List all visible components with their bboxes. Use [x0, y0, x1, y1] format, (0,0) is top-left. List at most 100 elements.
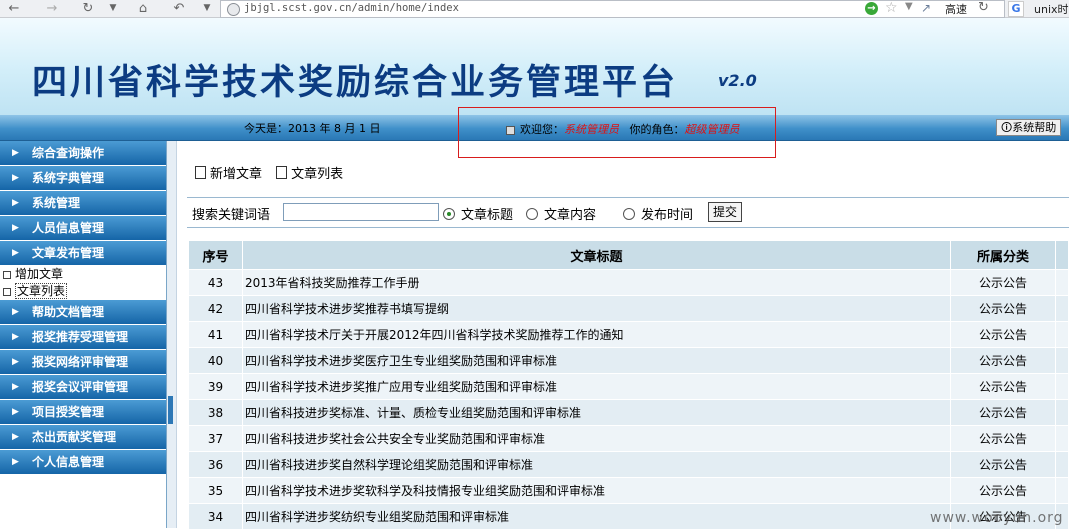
home-icon[interactable]: ⌂	[134, 0, 152, 17]
sidebar-subitem-label: 增加文章	[15, 267, 64, 281]
row-category: 公示公告	[950, 321, 1056, 348]
row-title[interactable]: 四川省科学技术厅关于开展2012年四川省科学技术奖励推荐工作的通知	[242, 321, 951, 348]
article-list-link[interactable]: 文章列表	[276, 166, 343, 182]
radio-article-title[interactable]: 文章标题	[443, 204, 513, 223]
address-text[interactable]: jbjgl.scst.gov.cn/admin/home/index	[244, 2, 459, 14]
splitter-handle[interactable]	[168, 396, 173, 424]
sidebar-item-meeting-review[interactable]: ▶ 报奖会议评审管理	[0, 375, 166, 399]
sidebar-item-label: 文章发布管理	[32, 246, 105, 260]
back-arrow-icon[interactable]: ←	[6, 0, 22, 17]
radio-label: 文章内容	[544, 208, 597, 223]
speed-mode-label[interactable]: 高速	[945, 1, 967, 17]
row-number: 39	[188, 373, 243, 400]
platform-title: 四川省科学技术奖励综合业务管理平台	[32, 63, 679, 103]
row-title[interactable]: 四川省科学技术进步奖推广应用专业组奖励范围和评审标准	[242, 373, 951, 400]
row-category: 公示公告	[950, 269, 1056, 296]
arrow-icon: ▶	[12, 173, 19, 183]
sidebar-item-label: 帮助文档管理	[32, 305, 105, 319]
row-title[interactable]: 四川省科学技术进步奖医疗卫生专业组奖励范围和评审标准	[242, 347, 951, 374]
table-row[interactable]: 40 四川省科学技术进步奖医疗卫生专业组奖励范围和评审标准 公示公告	[188, 347, 1069, 374]
row-title[interactable]: 四川省科学技术进步奖推荐书填写提纲	[242, 295, 951, 322]
row-title[interactable]: 四川省科学技术进步奖软科学及科技情报专业组奖励范围和评审标准	[242, 477, 951, 504]
table-row[interactable]: 36 四川省科技进步奖自然科学理论组奖励范围和评审标准 公示公告	[188, 451, 1069, 478]
row-category: 公示公告	[950, 373, 1056, 400]
table-row[interactable]: 41 四川省科学技术厅关于开展2012年四川省科学技术奖励推荐工作的通知 公示公告	[188, 321, 1069, 348]
forward-arrow-icon[interactable]: →	[44, 0, 60, 17]
arrow-icon: ▶	[12, 248, 19, 258]
search-input[interactable]	[283, 203, 439, 221]
sidebar-item-dictionary[interactable]: ▶ 系统字典管理	[0, 166, 166, 190]
radio-checked-icon	[443, 208, 455, 220]
sidebar-subitem-add-article[interactable]: 增加文章	[0, 266, 166, 283]
frame-splitter[interactable]	[167, 141, 177, 528]
history-dropdown-icon[interactable]: ▼	[108, 0, 118, 17]
table-row[interactable]: 39 四川省科学技术进步奖推广应用专业组奖励范围和评审标准 公示公告	[188, 373, 1069, 400]
reload-icon[interactable]: ↻	[80, 0, 96, 17]
row-extra	[1055, 477, 1069, 504]
row-number: 37	[188, 425, 243, 452]
table-row[interactable]: 42 四川省科学技术进步奖推荐书填写提纲 公示公告	[188, 295, 1069, 322]
row-category: 公示公告	[950, 425, 1056, 452]
sidebar-subitem-article-list[interactable]: 文章列表	[0, 283, 166, 300]
sidebar-subitem-label: 文章列表	[15, 283, 68, 299]
arrow-icon: ▶	[12, 357, 19, 367]
watermark: www.wooyun.org	[930, 510, 1064, 526]
new-article-link[interactable]: 新增文章	[195, 166, 262, 182]
row-title[interactable]: 四川省科技进步奖社会公共安全专业奖励范围和评审标准	[242, 425, 951, 452]
sidebar-item-help-docs[interactable]: ▶ 帮助文档管理	[0, 300, 166, 324]
sidebar-item-recommendation[interactable]: ▶ 报奖推荐受理管理	[0, 325, 166, 349]
system-help-button[interactable]: 🛈系统帮助	[996, 119, 1062, 136]
help-label: 系统帮助	[1012, 121, 1057, 134]
menu-dropdown-icon[interactable]: ▼	[202, 0, 212, 17]
undo-tab-icon[interactable]: ↶	[170, 0, 188, 17]
sidebar-item-awards[interactable]: ▶ 项目授奖管理	[0, 400, 166, 424]
bookmark-star-icon[interactable]: ☆	[885, 0, 898, 16]
search-form: 搜索关键词语 文章标题 文章内容 发布时间 提交	[187, 197, 1069, 228]
speed-mode-icon[interactable]: ↗	[921, 1, 931, 15]
sidebar-item-label: 报奖网络评审管理	[32, 355, 129, 369]
search-box-text[interactable]: unix时	[1034, 1, 1069, 17]
sidebar-item-online-review[interactable]: ▶ 报奖网络评审管理	[0, 350, 166, 374]
sidebar-item-query[interactable]: ▶ 综合查询操作	[0, 141, 166, 165]
row-title[interactable]: 四川省科学进步奖纺织专业组奖励范围和评审标准	[242, 503, 951, 530]
sidebar-item-label: 综合查询操作	[32, 146, 105, 160]
table-row[interactable]: 43 2013年省科技奖励推荐工作手册 公示公告	[188, 269, 1069, 296]
sidebar: ▶ 综合查询操作 ▶ 系统字典管理 ▶ 系统管理 ▶ 人员信息管理 ▶ 文章发布管理 增加…	[0, 141, 167, 528]
address-dropdown-icon[interactable]: ▼	[905, 1, 913, 12]
sidebar-item-articles[interactable]: ▶ 文章发布管理	[0, 241, 166, 265]
table-row[interactable]: 37 四川省科技进步奖社会公共安全专业奖励范围和评审标准 公示公告	[188, 425, 1069, 452]
row-number: 38	[188, 399, 243, 426]
row-title[interactable]: 四川省科技进步奖标准、计量、质检专业组奖励范围和评审标准	[242, 399, 951, 426]
arrow-icon: ▶	[12, 432, 19, 442]
refresh-icon[interactable]: ↻	[978, 0, 989, 15]
bullet-icon	[3, 270, 11, 279]
column-header-extra	[1055, 240, 1069, 270]
arrow-icon: ▶	[12, 457, 19, 467]
address-bar[interactable]: jbjgl.scst.gov.cn/admin/home/index → ☆ ▼…	[220, 0, 1005, 18]
date-text: 今天是：2013 年 8 月 1 日	[244, 122, 381, 135]
radio-publish-date[interactable]: 发布时间	[623, 204, 693, 223]
article-table: 序号 文章标题 所属分类 43 2013年省科技奖励推荐工作手册 公示公告 42 四川…	[188, 240, 1069, 530]
table-row[interactable]: 35 四川省科学技术进步奖软科学及科技情报专业组奖励范围和评审标准 公示公告	[188, 477, 1069, 504]
radio-article-content[interactable]: 文章内容	[526, 204, 596, 223]
table-row[interactable]: 38 四川省科技进步奖标准、计量、质检专业组奖励范围和评审标准 公示公告	[188, 399, 1069, 426]
article-actions: 新增文章 文章列表	[195, 163, 353, 182]
row-number: 40	[188, 347, 243, 374]
row-extra	[1055, 347, 1069, 374]
row-number: 41	[188, 321, 243, 348]
sidebar-item-system[interactable]: ▶ 系统管理	[0, 191, 166, 215]
sidebar-item-outstanding[interactable]: ▶ 杰出贡献奖管理	[0, 425, 166, 449]
column-header-category: 所属分类	[950, 240, 1056, 270]
radio-unchecked-icon	[526, 208, 538, 220]
go-icon[interactable]: →	[865, 2, 878, 15]
row-extra	[1055, 425, 1069, 452]
arrow-icon: ▶	[12, 382, 19, 392]
sidebar-item-label: 系统字典管理	[32, 171, 105, 185]
row-title[interactable]: 四川省科技进步奖自然科学理论组奖励范围和评审标准	[242, 451, 951, 478]
submit-button[interactable]: 提交	[708, 202, 743, 222]
sidebar-item-personnel[interactable]: ▶ 人员信息管理	[0, 216, 166, 240]
sidebar-item-profile[interactable]: ▶ 个人信息管理	[0, 450, 166, 474]
row-extra	[1055, 269, 1069, 296]
row-title[interactable]: 2013年省科技奖励推荐工作手册	[242, 269, 951, 296]
search-engine-icon[interactable]: G	[1008, 1, 1024, 17]
